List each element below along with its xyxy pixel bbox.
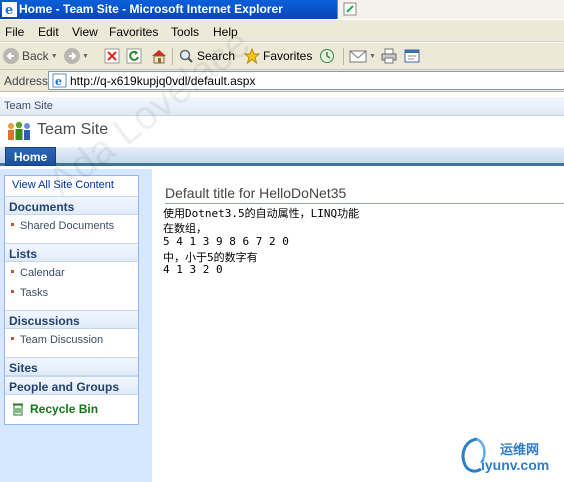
favorites-button[interactable]: Favorites (244, 47, 312, 65)
sp-global-breadcrumb-bar: Team Site (0, 97, 564, 116)
edit-page-icon (404, 49, 420, 63)
home-button[interactable] (150, 47, 168, 65)
history-icon (320, 49, 334, 63)
back-dropdown-icon[interactable]: ▼ (51, 53, 58, 60)
menu-file[interactable]: File (5, 25, 24, 39)
back-arrow-icon (3, 48, 19, 64)
ql-header-label: Sites (9, 361, 38, 375)
toolbar-separator (343, 48, 344, 65)
toolbar-separator (172, 48, 173, 65)
home-icon (152, 50, 166, 64)
mail-button[interactable]: ▼ (349, 47, 376, 65)
ql-header-label: People and Groups (9, 380, 120, 394)
bullet-icon (11, 290, 14, 293)
address-url: http://q-x619kupjq0vdl/default.aspx (70, 74, 256, 88)
ql-item-calendar[interactable]: Calendar (11, 267, 65, 279)
mail-dropdown-icon[interactable]: ▼ (369, 53, 376, 60)
webpart-text-line: 4 1 3 2 0 (163, 263, 223, 276)
brand-chinese-name: 运维网 (500, 442, 540, 457)
menu-favorites[interactable]: Favorites (109, 25, 158, 39)
site-people-logo-icon (8, 121, 30, 140)
ql-item-label: Team Discussion (20, 334, 104, 346)
history-button[interactable] (319, 47, 335, 65)
favorites-label: Favorites (263, 49, 313, 63)
mail-icon (349, 50, 367, 63)
paint-brush-icon (343, 2, 357, 16)
quick-launch: View All Site Content Documents Shared D… (4, 175, 139, 425)
webpart-title-rule (165, 203, 564, 204)
recycle-bin-icon (13, 403, 23, 416)
tab-home[interactable]: Home (5, 147, 56, 166)
ql-header-label: Documents (9, 200, 75, 214)
menu-tools[interactable]: Tools (171, 25, 199, 39)
sp-site-header: Team Site (0, 117, 564, 147)
ql-header-lists[interactable]: Lists (5, 243, 138, 262)
window-title: Home - Team Site - Microsoft Internet Ex… (19, 2, 283, 16)
search-icon (179, 49, 193, 63)
bullet-icon (11, 223, 14, 226)
menu-help[interactable]: Help (213, 25, 238, 39)
back-label: Back (22, 49, 49, 63)
page-icon: e (52, 73, 67, 88)
address-bar: Address e http://q-x619kupjq0vdl/default… (0, 70, 564, 92)
ql-header-documents[interactable]: Documents (5, 196, 138, 215)
iyunv-brand-logo: 运维网 iyunv.com (455, 433, 560, 478)
menu-edit[interactable]: Edit (38, 25, 59, 39)
sp-top-navigation: Home (0, 147, 564, 166)
taskbar-other-window[interactable] (337, 0, 564, 19)
site-title[interactable]: Team Site (37, 121, 108, 139)
ql-header-sites[interactable]: Sites (5, 357, 138, 376)
ql-header-label: Lists (9, 247, 38, 261)
forward-dropdown-icon[interactable]: ▼ (82, 53, 89, 60)
menu-bar: File Edit View Favorites Tools Help (0, 20, 564, 42)
breadcrumb[interactable]: Team Site (4, 100, 53, 112)
search-label: Search (197, 49, 236, 63)
ie-logo-icon: e (2, 2, 17, 17)
ql-header-label: Discussions (9, 314, 80, 328)
webpart-title: Default title for HelloDoNet35 (165, 185, 347, 201)
stop-button[interactable] (104, 47, 120, 65)
recycle-bin-link[interactable]: Recycle Bin (11, 401, 98, 417)
stop-icon (104, 48, 120, 64)
forward-arrow-icon (64, 48, 80, 64)
ql-item-shared-documents[interactable]: Shared Documents (11, 220, 114, 232)
webpart-text-line: 在数组， (163, 222, 207, 235)
back-button[interactable]: Back ▼ (3, 47, 58, 65)
print-button[interactable] (381, 47, 397, 65)
standard-toolbar: Back ▼ ▼ Search Favorites ▼ (0, 43, 564, 70)
refresh-button[interactable] (126, 47, 142, 65)
favorites-star-icon (244, 48, 260, 64)
ql-item-tasks[interactable]: Tasks (11, 287, 48, 299)
ql-item-team-discussion[interactable]: Team Discussion (11, 334, 103, 346)
menu-view[interactable]: View (72, 25, 98, 39)
forward-button[interactable]: ▼ (64, 47, 89, 65)
address-label: Address (4, 74, 49, 88)
print-icon (381, 48, 397, 64)
bullet-icon (11, 337, 14, 340)
recycle-bin-label: Recycle Bin (30, 402, 99, 416)
ql-item-label: Shared Documents (20, 220, 115, 232)
view-all-site-content-link[interactable]: View All Site Content (12, 179, 114, 191)
refresh-icon (126, 48, 142, 64)
svg-text:e: e (55, 75, 62, 88)
ql-item-label: Tasks (20, 287, 49, 299)
edit-button[interactable] (404, 47, 420, 65)
webpart-text-line: 5 4 1 3 9 8 6 7 2 0 (163, 235, 289, 248)
search-button[interactable]: Search (178, 47, 235, 65)
ql-item-label: Calendar (20, 267, 65, 279)
ql-header-people-and-groups[interactable]: People and Groups (5, 376, 138, 395)
webpart-text-line: 使用Dotnet3.5的自动属性，LINQ功能 (163, 207, 360, 220)
address-input[interactable]: e http://q-x619kupjq0vdl/default.aspx (48, 71, 564, 90)
brand-domain: iyunv.com (481, 457, 550, 473)
svg-text:e: e (5, 3, 13, 17)
bullet-icon (11, 270, 14, 273)
ql-header-discussions[interactable]: Discussions (5, 310, 138, 329)
